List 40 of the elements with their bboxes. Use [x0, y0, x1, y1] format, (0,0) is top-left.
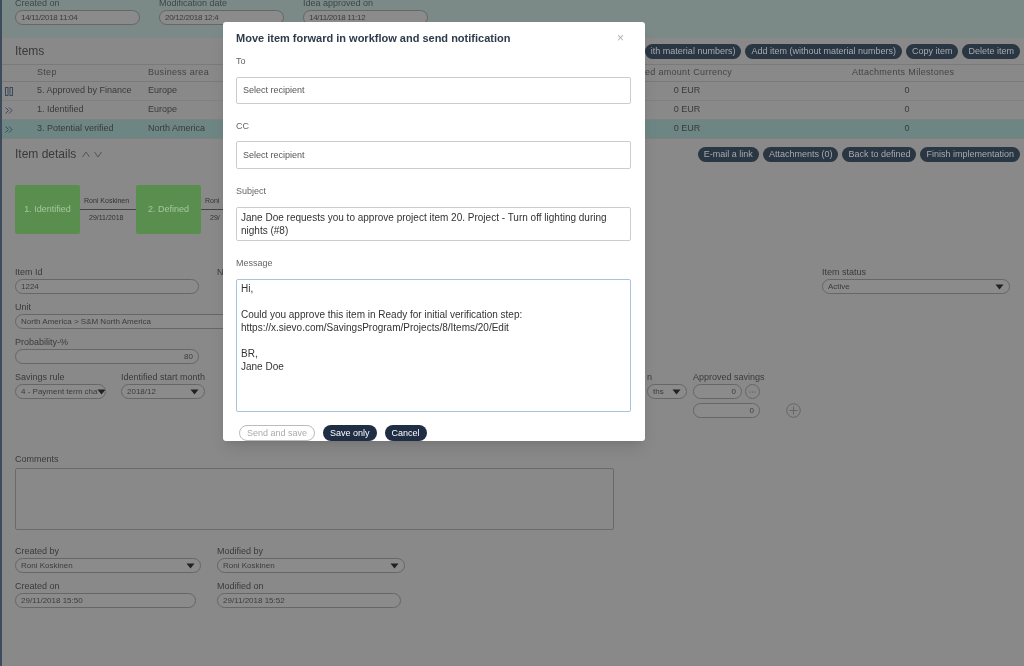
field-label: Item status	[822, 267, 867, 278]
dialog-title: Move item forward in workflow and send notification	[236, 30, 511, 46]
column-header: ed amount	[645, 66, 691, 80]
column-header: Milestones	[908, 66, 955, 80]
field-label: CC	[236, 119, 250, 133]
table-cell-text: 1. Identified	[37, 103, 85, 117]
field-label: Message	[236, 256, 274, 270]
table-cell-text: 3. Potential verified	[37, 122, 115, 136]
field-label: Created on	[15, 0, 61, 9]
column-header: Business area	[148, 66, 210, 80]
table-cell-text: North America	[148, 122, 207, 136]
field-label: N	[217, 267, 225, 278]
field-label: Approved savings	[693, 372, 765, 383]
field-label: Comments	[15, 454, 60, 465]
section-title: Items	[15, 43, 45, 60]
table-cell-text: 5. Approved by Finance	[37, 84, 133, 98]
table-cell-text: Europe	[148, 103, 179, 117]
table-cell-text: Europe	[148, 84, 179, 98]
field-label: Subject	[236, 184, 268, 198]
field-label: Modification date	[159, 0, 229, 9]
table-cell: 0 EUR	[673, 122, 701, 136]
field-label: Created by	[15, 546, 61, 557]
field-label: Created on	[15, 581, 61, 592]
column-header: Step	[37, 66, 58, 80]
table-cell: 0 EUR	[673, 103, 701, 117]
field-label: Item Id	[15, 267, 44, 278]
table-cell: 0	[904, 122, 910, 136]
field-label: Modified by	[217, 546, 265, 557]
table-cell: 0	[904, 84, 910, 98]
field-label: Probability-%	[15, 337, 70, 348]
field-label: Identified start month	[121, 372, 207, 383]
section-title: Item details	[15, 146, 77, 163]
table-cell: 0 EUR	[673, 84, 701, 98]
field-label: To	[236, 55, 247, 68]
column-header: Attachments	[852, 66, 906, 80]
field-label: Modified on	[217, 581, 265, 592]
field-label: Savings rule	[15, 372, 66, 383]
field-label: Unit	[15, 302, 32, 313]
table-cell: 0	[904, 103, 910, 117]
column-header: Currency	[693, 66, 733, 80]
